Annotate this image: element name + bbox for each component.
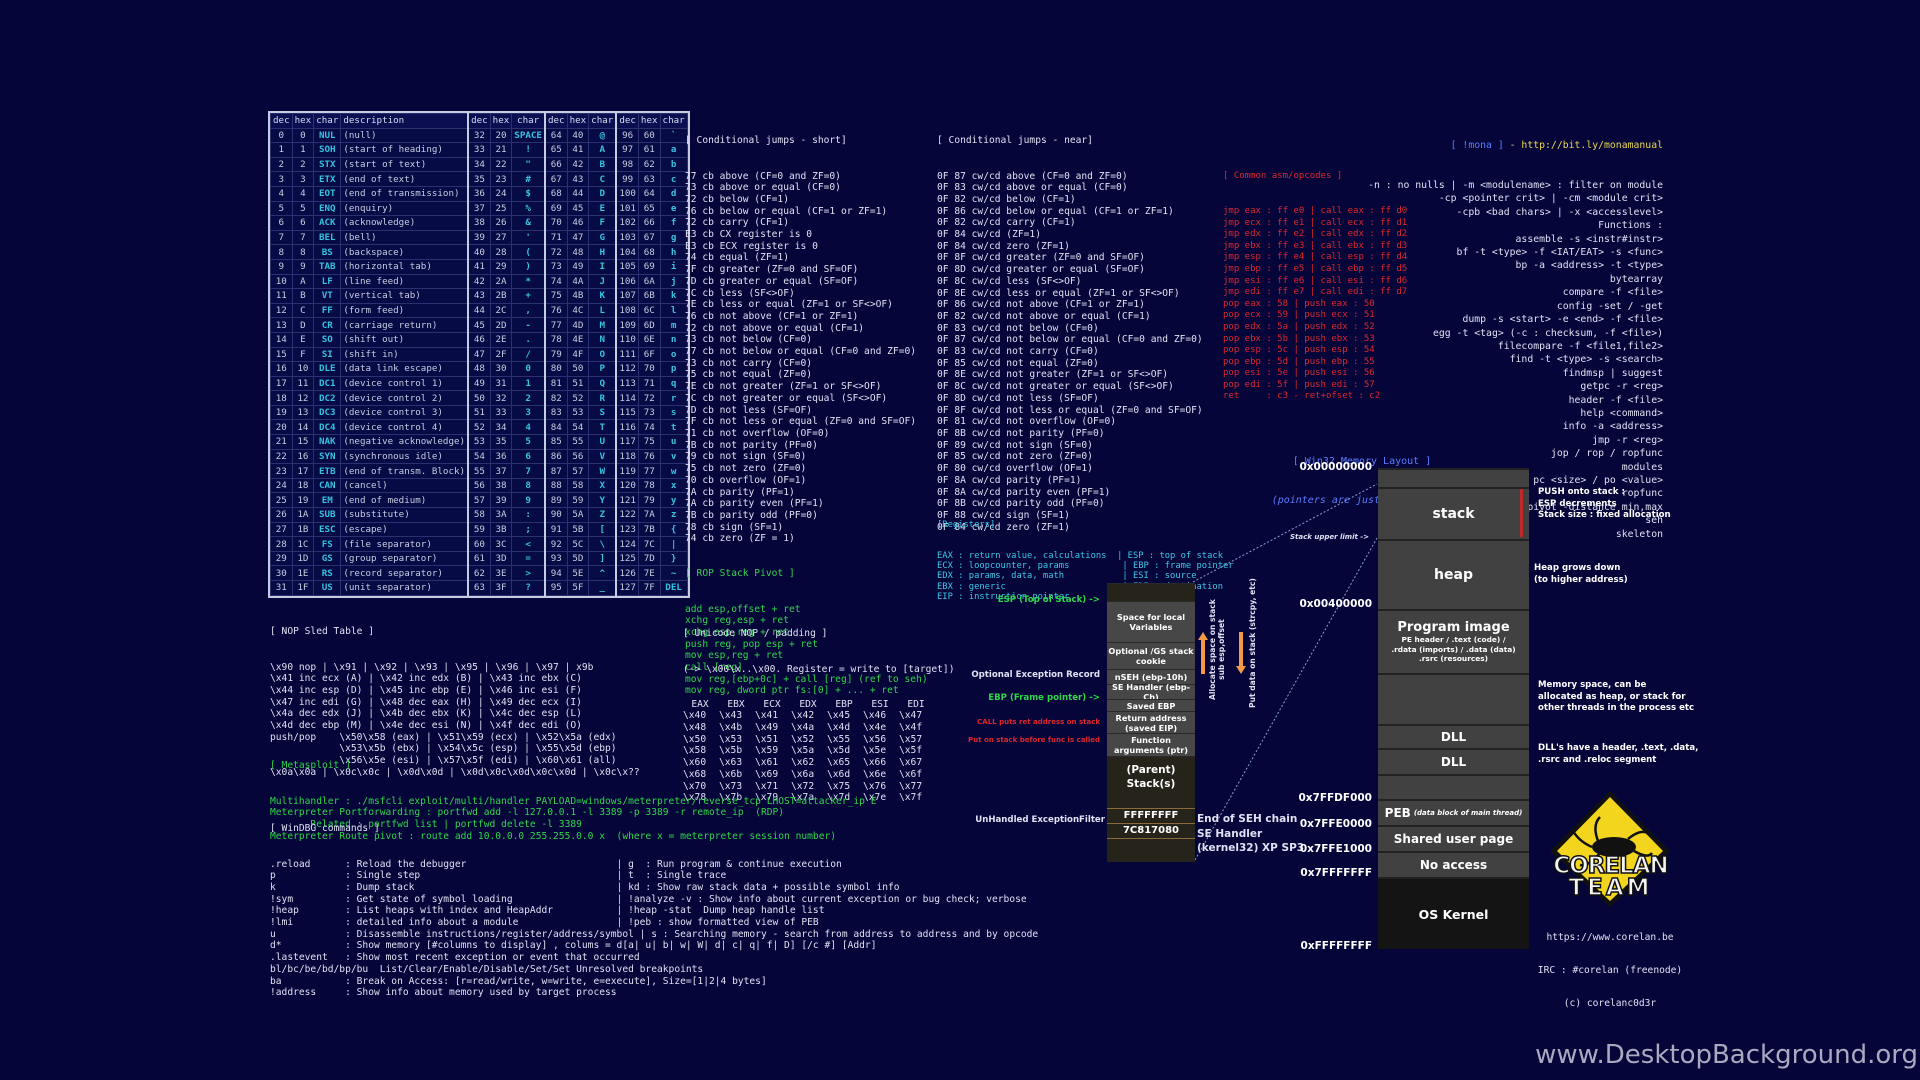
- note-line: DLL's have a header, .text, .data,: [1538, 743, 1699, 753]
- sub-esp-text: sub esp,offset: [1217, 619, 1226, 680]
- mem-block-free: [1378, 673, 1529, 724]
- seh-end-value: FFFFFFFF: [1107, 808, 1195, 823]
- corelan-irc: IRC : #corelan (freenode): [1537, 965, 1683, 976]
- addr-0x00400000: 0x00400000: [1299, 598, 1372, 610]
- program-image-label: Program image: [1397, 620, 1510, 636]
- stack-block-cookie: Optional /GS stack cookie: [1107, 642, 1195, 669]
- addr-0x7FFE1000: 0x7FFE1000: [1299, 843, 1372, 855]
- allocate-label: Allocate space on stack sub esp,offset: [1208, 599, 1226, 700]
- note-line: ESP decrements: [1538, 498, 1617, 509]
- mem-block-dll-2: DLL: [1378, 748, 1529, 774]
- note-push: PUSH onto stack : ESP decrements Stack siz…: [1538, 487, 1671, 522]
- mem-block-noaccess: No access: [1378, 851, 1529, 877]
- mem-block-heap: heap: [1378, 539, 1529, 609]
- stack-block-saved-ebp: Saved EBP: [1107, 699, 1195, 711]
- corelan-url[interactable]: https://www.corelan.be: [1520, 932, 1700, 943]
- corelan-logo-text: CORELAN TEAM: [1548, 853, 1673, 901]
- stack-block-sehandler: SE Handler (ebp-Ch): [1107, 682, 1195, 702]
- note-line: .rsrc and .reloc segment: [1538, 754, 1657, 765]
- corelan-info: https://www.corelan.be IRC : #corelan (f…: [1520, 910, 1700, 1020]
- stack-growth-arrow-icon: [1520, 489, 1523, 537]
- exception-record-label: Optional Exception Record: [971, 670, 1100, 680]
- stack-block-locals: Space for local Variables: [1107, 601, 1195, 642]
- mem-block-peb: PEB (data block of main thread): [1378, 799, 1529, 825]
- peb-sub: (data block of main thread): [1413, 809, 1523, 817]
- mem-block-program-image: Program image PE header / .text (code) /…: [1378, 609, 1529, 673]
- watermark: www.DesktopBackground.org: [1535, 1040, 1918, 1070]
- logo-line2: TEAM: [1568, 875, 1653, 901]
- note-line: (to higher address): [1534, 574, 1628, 585]
- corelan-copyright: (c) corelanc0d3r: [1563, 998, 1657, 1009]
- addr-0x7FFE0000: 0x7FFE0000: [1299, 818, 1372, 830]
- stack-block-arguments: Function arguments (ptr): [1107, 733, 1195, 756]
- program-image-sub: PE header / .text (code) / .rdata (impor…: [1391, 635, 1516, 664]
- put-on-stack-label: Put on stack before func is called: [968, 736, 1100, 744]
- addr-0x00000000: 0x00000000: [1299, 461, 1372, 473]
- ebp-label: EBP (Frame pointer) ->: [988, 693, 1100, 703]
- stack-block-parent: (Parent) Stack(s): [1107, 756, 1195, 808]
- mem-block-stack: stack: [1378, 487, 1529, 539]
- stack-frame-top: [1107, 583, 1195, 601]
- mem-block-kernel: OS Kernel: [1378, 877, 1529, 949]
- note-dll: DLL's have a header, .text, .data, .rsrc …: [1538, 743, 1698, 766]
- note-heap: Heap grows down (to higher address): [1534, 563, 1628, 586]
- put-data-label: Put data on stack (strcpy, etc): [1248, 578, 1257, 708]
- logo-line1: CORELAN: [1552, 853, 1669, 879]
- allocate-text: Allocate space on stack: [1208, 599, 1217, 700]
- esp-label: ESP (Top of Stack) ->: [997, 595, 1100, 605]
- arrow-down-icon: [1236, 632, 1246, 674]
- note-line: allocated as heap, or stack for: [1538, 691, 1686, 702]
- addr-0x7FFFFFFF: 0x7FFFFFFF: [1300, 867, 1372, 879]
- note-line: PUSH onto stack :: [1538, 487, 1625, 497]
- peb-label: PEB: [1384, 806, 1411, 820]
- mem-block-dll-1: DLL: [1378, 724, 1529, 748]
- note-line: Stack size : fixed allocation: [1538, 510, 1671, 520]
- mem-block-shared: Shared user page: [1378, 825, 1529, 851]
- note-memory: Memory space, can be allocated as heap, o…: [1538, 680, 1694, 715]
- corelan-logo: CORELAN TEAM: [1548, 789, 1673, 909]
- addr-0x7FFDF000: 0x7FFDF000: [1298, 792, 1372, 804]
- stack-block-return-address: Return address (saved EIP): [1107, 711, 1195, 733]
- addr-0xFFFFFFFF: 0xFFFFFFFF: [1300, 940, 1372, 952]
- call-puts-label: CALL puts ret address on stack: [977, 718, 1100, 726]
- stack-upper-limit-label: Stack upper limit ->: [1290, 533, 1370, 541]
- stack-frame-bottom: [1107, 838, 1195, 862]
- unhandled-filter-label: UnHandled ExceptionFilter: [975, 815, 1105, 825]
- note-line: Memory space, can be: [1538, 680, 1647, 690]
- note-line: other threads in the process etc: [1538, 703, 1695, 713]
- arrow-up-icon: [1198, 632, 1208, 674]
- note-line: Heap grows down: [1534, 563, 1621, 573]
- mem-block-reserved: [1378, 468, 1529, 487]
- seh-handler-value: 7C817080: [1107, 823, 1195, 838]
- mem-block-gap: [1378, 774, 1529, 799]
